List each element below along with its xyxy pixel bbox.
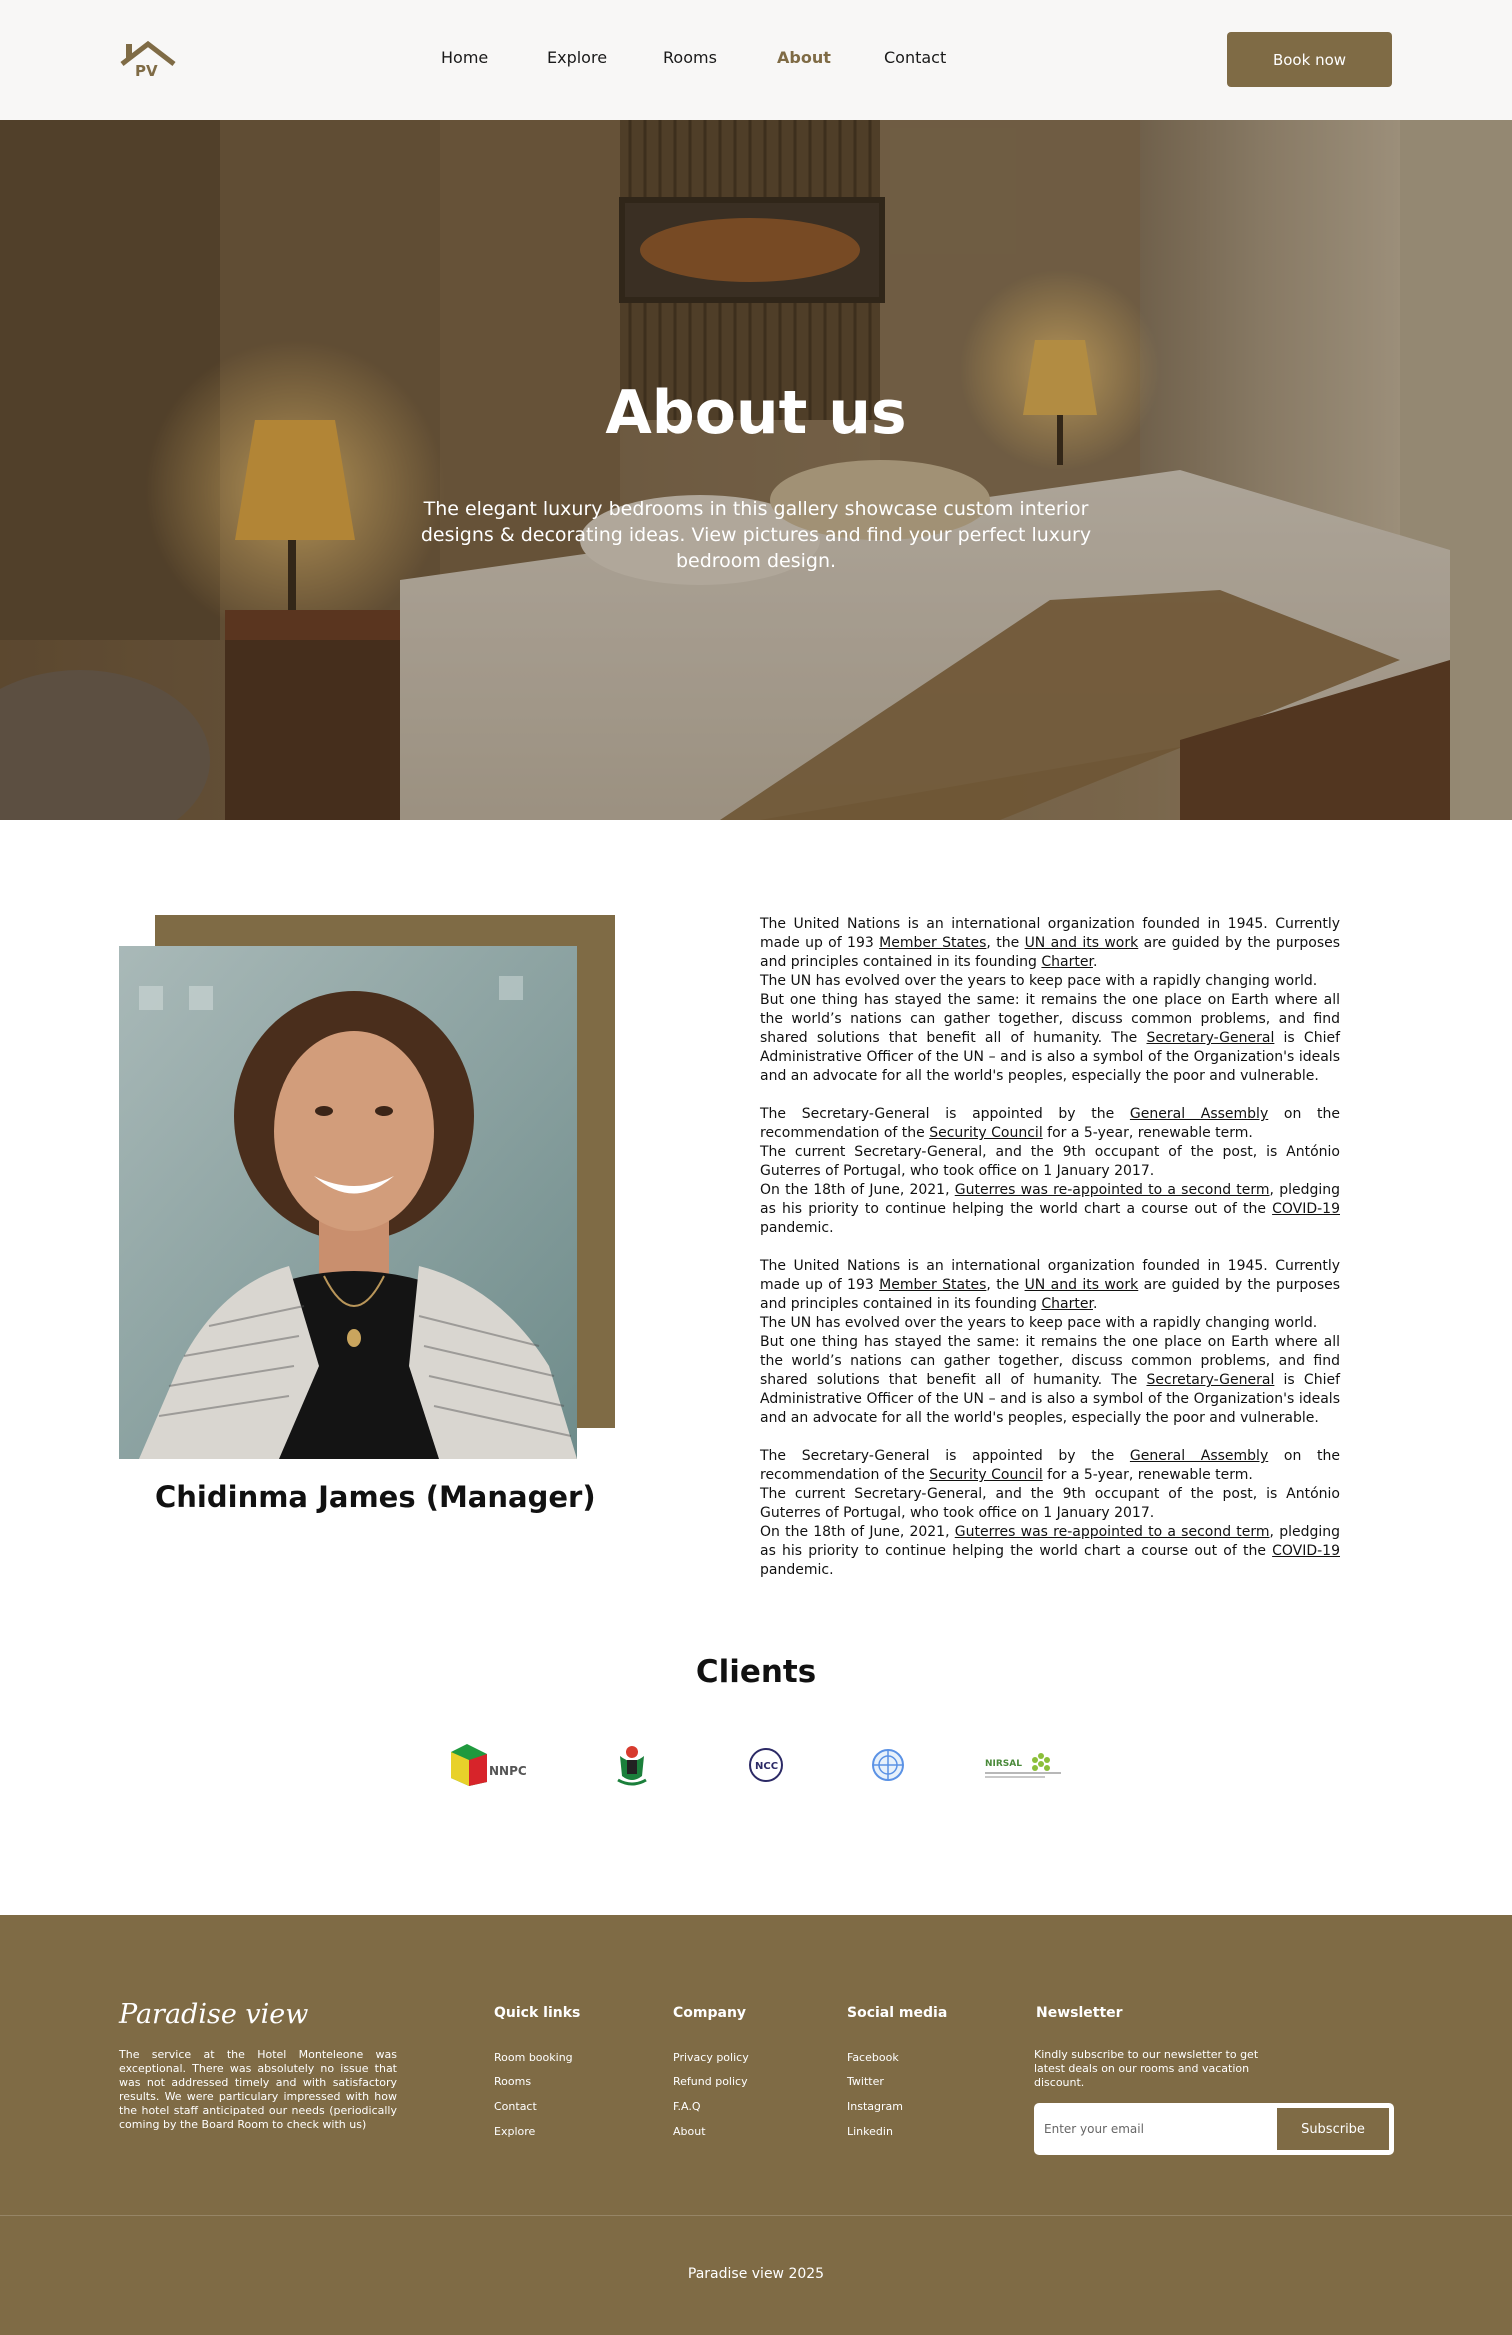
member-states-link[interactable]: Member States xyxy=(879,1277,986,1293)
security-council-link[interactable]: Security Council xyxy=(929,1125,1043,1141)
about-paragraph: The current Secretary-General, and the 9… xyxy=(760,1486,1340,1521)
united-nations-logo xyxy=(867,1740,909,1790)
manager-photo xyxy=(119,946,577,1459)
social-media-title: Social media xyxy=(847,2005,948,2021)
ncc-logo: NCC xyxy=(746,1740,786,1790)
about-text: The United Nations is an international o… xyxy=(760,915,1340,1580)
about-paragraph: The UN has evolved over the years to kee… xyxy=(760,973,1318,989)
manager-name: Chidinma James (Manager) xyxy=(155,1480,596,1514)
about-paragraph: On the 18th of June, 2021, Guterres was … xyxy=(760,1524,1341,1578)
footer-divider xyxy=(0,2215,1512,2216)
footer-link-facebook[interactable]: Facebook xyxy=(847,2051,899,2064)
un-and-its-work-link[interactable]: UN and its work xyxy=(1025,1277,1139,1293)
hero-subtitle: The elegant luxury bedrooms in this gall… xyxy=(420,498,1092,572)
secretary-general-link[interactable]: Secretary-General xyxy=(1147,1372,1275,1388)
charter-link[interactable]: Charter xyxy=(1041,954,1093,970)
nav-about-link[interactable]: About xyxy=(777,48,831,67)
svg-text:NIRSAL: NIRSAL xyxy=(985,1759,1022,1769)
top-navbar: PV Home Explore Rooms About Contact Book… xyxy=(0,0,1512,120)
covid-19-link[interactable]: COVID-19 xyxy=(1272,1543,1340,1559)
footer-link-explore[interactable]: Explore xyxy=(494,2125,535,2138)
nav-contact-link[interactable]: Contact xyxy=(884,48,946,67)
reappointed-link[interactable]: Guterres was re-appointed to a second te… xyxy=(955,1182,1270,1198)
about-paragraph: The Secretary-General is appointed by th… xyxy=(760,1106,1340,1141)
footer-link-twitter[interactable]: Twitter xyxy=(847,2075,884,2088)
newsletter-email-input[interactable] xyxy=(1044,2112,1264,2146)
subscribe-button[interactable]: Subscribe xyxy=(1277,2108,1389,2150)
footer-brand: Paradise view xyxy=(119,1999,309,2030)
svg-text:NNPC: NNPC xyxy=(489,1764,527,1778)
hero-banner: About us The elegant luxury bedrooms in … xyxy=(0,120,1512,820)
covid-19-link[interactable]: COVID-19 xyxy=(1272,1201,1340,1217)
nav-home-link[interactable]: Home xyxy=(441,48,488,67)
nnpc-logo: NNPC xyxy=(449,1740,534,1790)
company-title: Company xyxy=(673,2005,747,2021)
general-assembly-link[interactable]: General Assembly xyxy=(1130,1448,1268,1464)
footer-link-privacy-policy[interactable]: Privacy policy xyxy=(673,2051,749,2064)
about-paragraph: The current Secretary-General, and the 9… xyxy=(760,1144,1340,1179)
footer-link-faq[interactable]: F.A.Q xyxy=(673,2100,701,2113)
member-states-link[interactable]: Member States xyxy=(879,935,986,951)
secretary-general-link[interactable]: Secretary-General xyxy=(1147,1030,1275,1046)
clients-title: Clients xyxy=(695,1654,817,1690)
copyright-text: Paradise view 2025 xyxy=(687,2266,825,2282)
nav-rooms-link[interactable]: Rooms xyxy=(663,48,717,67)
charter-link[interactable]: Charter xyxy=(1041,1296,1093,1312)
book-now-button[interactable]: Book now xyxy=(1227,32,1392,87)
quick-links-title: Quick links xyxy=(494,2005,581,2021)
nigeria-coat-of-arms-logo xyxy=(614,1740,650,1790)
nirsal-logo: NIRSAL xyxy=(983,1740,1063,1790)
footer-description: The service at the Hotel Monteleone was … xyxy=(119,2048,397,2131)
about-paragraph: The United Nations is an international o… xyxy=(760,1258,1341,1312)
hero-overlay xyxy=(0,120,1512,820)
about-paragraph: The United Nations is an international o… xyxy=(760,916,1341,970)
footer-link-instagram[interactable]: Instagram xyxy=(847,2100,903,2113)
reappointed-link[interactable]: Guterres was re-appointed to a second te… xyxy=(955,1524,1270,1540)
about-paragraph: But one thing has stayed the same: it re… xyxy=(760,1334,1340,1426)
security-council-link[interactable]: Security Council xyxy=(929,1467,1043,1483)
about-paragraph: The UN has evolved over the years to kee… xyxy=(760,1315,1318,1331)
un-and-its-work-link[interactable]: UN and its work xyxy=(1025,935,1139,951)
footer-link-rooms[interactable]: Rooms xyxy=(494,2075,531,2088)
footer-link-contact[interactable]: Contact xyxy=(494,2100,537,2113)
newsletter-form: Subscribe xyxy=(1034,2103,1394,2155)
footer-link-about[interactable]: About xyxy=(673,2125,706,2138)
footer-link-room-booking[interactable]: Room booking xyxy=(494,2051,573,2064)
newsletter-title: Newsletter xyxy=(1036,2005,1123,2021)
hero-title: About us xyxy=(605,378,907,448)
nav-explore-link[interactable]: Explore xyxy=(547,48,607,67)
about-paragraph: The Secretary-General is appointed by th… xyxy=(760,1448,1340,1483)
footer-link-linkedin[interactable]: Linkedin xyxy=(847,2125,893,2138)
about-paragraph: But one thing has stayed the same: it re… xyxy=(760,992,1340,1084)
about-paragraph: On the 18th of June, 2021, Guterres was … xyxy=(760,1182,1341,1236)
footer-link-refund-policy[interactable]: Refund policy xyxy=(673,2075,748,2088)
general-assembly-link[interactable]: General Assembly xyxy=(1130,1106,1268,1122)
newsletter-description: Kindly subscribe to our newsletter to ge… xyxy=(1034,2048,1259,2089)
site-footer: Paradise view The service at the Hotel M… xyxy=(0,1915,1512,2335)
svg-text:NCC: NCC xyxy=(755,1761,778,1772)
